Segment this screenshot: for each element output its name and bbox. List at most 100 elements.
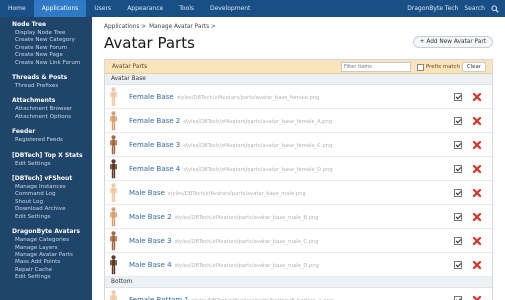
sidebar-heading: DragonByte Avatars [12,228,81,236]
delete-icon[interactable] [472,92,482,102]
sidebar-item-shout-log[interactable]: Shout Log [0,199,92,206]
tab-tools[interactable]: Tools [171,0,202,17]
sidebar-section-feeder: Feeder Registered Feeds [0,124,92,147]
tab-appearance[interactable]: Appearance [119,0,171,17]
avatar-part-label: Female Base 3 [129,141,181,149]
avatar-part-name-female-bottom-1[interactable]: Female Bottom 1styles/DBTech/xfAvatars/p… [129,288,333,300]
tab-users[interactable]: Users [86,0,119,17]
sidebar-item-edit-settings[interactable]: Edit Settings [0,274,92,281]
active-checkbox[interactable] [454,93,462,101]
sidebar-item-command-log[interactable]: Command Log [0,191,92,198]
active-checkbox[interactable] [454,213,462,221]
add-avatar-part-button[interactable]: + Add New Avatar Part [412,36,493,48]
avatar-part-name-male-base-3[interactable]: Male Base 3 styles/DBTech/xfAvatars/parts… [129,229,319,254]
active-checkbox[interactable] [454,165,462,173]
tab-development[interactable]: Development [202,0,258,17]
clear-button[interactable]: Clear [461,62,486,72]
avatar-parts-list: Avatar Parts Prefix match Clear Avatar B… [104,59,493,300]
active-checkbox[interactable] [454,237,462,245]
delete-icon[interactable] [472,140,482,150]
avatar-base-thumbnail-icon [110,255,117,275]
delete-icon[interactable] [472,116,482,126]
breadcrumb-manage-avatar-parts[interactable]: Manage Avatar Parts > [149,24,216,30]
list-item: Female Bottom 1styles/DBTech/xfAvatars/p… [105,288,492,300]
avatar-part-name-male-base-2[interactable]: Male Base 2 styles/DBTech/xfAvatars/parts… [129,205,318,230]
avatar-part-name-female-base-2[interactable]: Female Base 2 styles/DBTech/xfAvatars/par… [129,109,332,134]
delete-icon[interactable] [472,295,482,300]
filter-input[interactable] [341,62,411,72]
search-label[interactable]: Search [464,0,485,17]
sidebar-item-registered-feeds[interactable]: Registered Feeds [0,137,92,144]
avatar-part-name-female-base[interactable]: Female Base styles/DBTech/xfAvatars/parts… [129,85,319,110]
sidebar-item-create-new-link-forum[interactable]: Create New Link Forum [0,60,92,67]
breadcrumb: Applications > Manage Avatar Parts > [104,24,216,30]
sidebar-section-dbtech-vfshout: [DBTech] vFShout Manage Instances Command … [0,171,92,224]
sidebar-item-manage-avatar-parts[interactable]: Manage Avatar Parts [0,252,92,259]
avatar-base-thumbnail-icon [110,87,117,107]
avatar-part-path: styles/DBTech/xfAvatars/parts/avatar_bas… [176,95,320,101]
list-item: Female Base styles/DBTech/xfAvatars/parts… [105,85,492,109]
active-checkbox[interactable] [454,261,462,269]
sidebar-item-mass-add-points[interactable]: Mass Add Points [0,259,92,266]
avatar-part-label: Female Base 4 [129,165,181,173]
active-checkbox[interactable] [454,141,462,149]
avatar-part-path: styles/DBTech/xfAvatars/parts/avatar_bas… [183,167,333,173]
avatar-part-label: Male Base [129,189,165,197]
avatar-part-path: styles/DBTech/xfAvatars/parts/avatar_bas… [174,263,319,269]
page-title: Avatar Parts [104,34,195,52]
tab-home[interactable]: Home [0,0,34,17]
sidebar-item-download-archive[interactable]: Download Archive [0,206,92,213]
sidebar-item-repair-cache[interactable]: Repair Cache [0,267,92,274]
top-nav-tabs: Home Applications Users Appearance Tools Deve… [0,0,258,17]
sidebar-section-attachments: Attachments Attachment Browser Attachment … [0,93,92,124]
delete-icon[interactable] [472,260,482,270]
sidebar-section-dragonbyte-avatars: DragonByte Avatars Manage Categories Manag… [0,224,92,284]
delete-icon[interactable] [472,212,482,222]
delete-icon[interactable] [472,236,482,246]
site-name[interactable]: DragonByte Tech [407,0,458,17]
sidebar-item-manage-categories[interactable]: Manage Categories [0,237,92,244]
sidebar-item-display-node-tree[interactable]: Display Node Tree [0,30,92,37]
search-icon[interactable] [491,4,499,13]
avatar-base-thumbnail-icon [110,290,117,300]
delete-icon[interactable] [472,164,482,174]
sidebar-item-create-new-category[interactable]: Create New Category [0,37,92,44]
active-checkbox[interactable] [454,117,462,125]
list-groups: Avatar Base Female Base styles/DBTech/xfAv… [105,74,492,300]
prefix-match-checkbox[interactable] [417,63,424,71]
avatar-base-thumbnail-icon [110,183,117,203]
avatar-part-path: styles/DBTech/xfAvatars/parts/avatar_bas… [183,143,333,149]
sidebar-item-edit-settings[interactable]: Edit Settings [0,214,92,221]
sidebar-item-manage-instances[interactable]: Manage Instances [0,184,92,191]
sidebar-heading: Threads & Posts [12,74,68,82]
avatar-part-name-female-base-4[interactable]: Female Base 4 styles/DBTech/xfAvatars/par… [129,157,333,182]
sidebar-heading: [DBTech] vFShout [12,175,73,183]
main-content: Applications > Manage Avatar Parts > Ava… [92,17,505,300]
sidebar-item-edit-settings[interactable]: Edit Settings [0,161,92,168]
avatar-base-thumbnail-icon [110,159,117,179]
sidebar-item-manage-layers[interactable]: Manage Layers [0,245,92,252]
sidebar-item-attachment-browser[interactable]: Attachment Browser [0,106,92,113]
breadcrumb-applications[interactable]: Applications > [104,24,146,30]
sidebar-item-thread-prefixes[interactable]: Thread Prefixes [0,83,92,90]
list-item: Male Base 4 styles/DBTech/xfAvatars/parts… [105,253,492,277]
sidebar-item-create-new-forum[interactable]: Create New Forum [0,45,92,52]
active-checkbox[interactable] [454,189,462,197]
sidebar-heading: [DBTech] Top X Stats [12,151,83,159]
sidebar-item-attachment-options[interactable]: Attachment Options [0,114,92,121]
list-item: Male Base styles/DBTech/xfAvatars/parts/a… [105,181,492,205]
delete-icon[interactable] [472,188,482,198]
list-item: Female Base 2 styles/DBTech/xfAvatars/par… [105,109,492,133]
avatar-part-name-female-base-3[interactable]: Female Base 3 styles/DBTech/xfAvatars/par… [129,133,332,158]
active-checkbox[interactable] [454,296,462,300]
avatar-part-name-male-base-4[interactable]: Male Base 4 styles/DBTech/xfAvatars/parts… [129,253,319,278]
sidebar-section-threads-posts: Threads & Posts Thread Prefixes [0,70,92,93]
tab-applications[interactable]: Applications [33,0,87,17]
sidebar-item-create-new-page[interactable]: Create New Page [0,52,92,59]
avatar-part-name-male-base[interactable]: Male Base styles/DBTech/xfAvatars/parts/a… [129,181,306,206]
avatar-base-thumbnail-icon [110,135,117,155]
list-header: Avatar Parts Prefix match Clear [105,60,492,74]
prefix-match[interactable]: Prefix match [417,62,460,72]
sidebar-section-node-tree: Node Tree Display Node Tree Create New Cat… [0,17,92,70]
avatar-part-label: Male Base 4 [129,261,172,269]
